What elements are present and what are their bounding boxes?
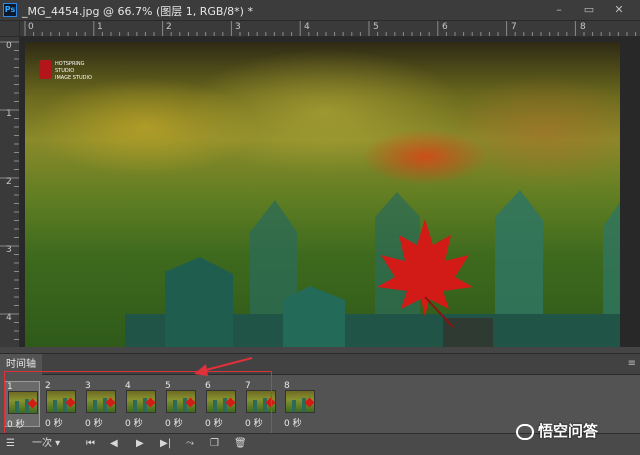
ruler-label: 3 (6, 245, 12, 255)
minimize-button[interactable]: – (548, 2, 570, 18)
horizontal-ruler[interactable]: 0 1 2 3 4 5 6 7 8 (20, 21, 640, 37)
delete-frame-icon[interactable]: 🗑 (234, 437, 247, 451)
duplicate-frame-icon[interactable]: ❐ (210, 437, 219, 451)
next-frame-icon[interactable]: ▶| (160, 437, 171, 451)
ruler-label: 4 (304, 22, 310, 32)
ruler-label: 1 (6, 109, 12, 119)
ruler-label: 8 (580, 22, 586, 32)
maximize-button[interactable]: ▭ (578, 2, 600, 18)
loop-option-value: 一次 (32, 438, 52, 449)
annotation-arrow-icon (194, 357, 253, 376)
ruler-label: 1 (97, 22, 103, 32)
logo-line: IMAGE STUDIO (55, 75, 92, 81)
fence-post (165, 257, 233, 347)
tween-icon[interactable]: ⤳ (186, 437, 194, 451)
photo-scene: HOTSPRING STUDIO IMAGE STUDIO (39, 60, 620, 347)
ruler-label: 5 (373, 22, 379, 32)
ruler-corner[interactable] (0, 21, 20, 37)
ruler-label: 2 (6, 177, 12, 187)
convert-to-video-timeline-icon[interactable]: ☰ (6, 437, 15, 451)
panel-menu-icon[interactable]: ≡ (628, 358, 636, 369)
ruler-label: 2 (166, 22, 172, 32)
photoshop-logo-icon: Ps (3, 3, 17, 17)
previous-frame-icon[interactable]: ◀ (110, 437, 118, 451)
play-icon[interactable]: ▶ (136, 437, 144, 451)
watermark: 悟空问答 (516, 420, 598, 441)
speech-bubble-icon (516, 423, 534, 440)
vertical-ruler-ticks (0, 41, 19, 340)
document-canvas[interactable]: HOTSPRING STUDIO IMAGE STUDIO (20, 37, 640, 347)
frame-thumbnail (285, 390, 315, 413)
horizontal-ruler-ticks (24, 21, 637, 36)
first-frame-icon[interactable]: ⏮ (86, 437, 95, 451)
timeline-frame[interactable]: 8 0 秒 (282, 381, 318, 429)
ruler-label: 0 (28, 22, 34, 32)
watermark-text: 悟空问答 (538, 422, 599, 440)
studio-logo: HOTSPRING STUDIO IMAGE STUDIO (39, 60, 92, 81)
logo-line: STUDIO (55, 68, 74, 74)
document-title[interactable]: _MG_4454.jpg @ 66.7% (图层 1, RGB/8*) * (22, 3, 253, 19)
fence-post-top (443, 318, 493, 347)
ruler-label: 4 (6, 313, 12, 323)
ruler-label: 3 (235, 22, 241, 32)
loop-options-select[interactable]: 一次 ▾ (32, 437, 60, 451)
ruler-label: 6 (442, 22, 448, 32)
frame-delay[interactable]: 0 秒 (284, 416, 302, 429)
vertical-ruler[interactable]: 0 1 2 3 4 (0, 37, 20, 347)
document-tab-bar: Ps _MG_4454.jpg @ 66.7% (图层 1, RGB/8*) *… (0, 0, 640, 21)
ruler-label: 0 (6, 41, 12, 51)
logo-line: HOTSPRING (55, 61, 85, 67)
close-button[interactable]: ✕ (608, 2, 630, 18)
highlight-box (4, 371, 272, 438)
photo-image[interactable]: HOTSPRING STUDIO IMAGE STUDIO (25, 42, 620, 347)
ruler-label: 7 (511, 22, 517, 32)
